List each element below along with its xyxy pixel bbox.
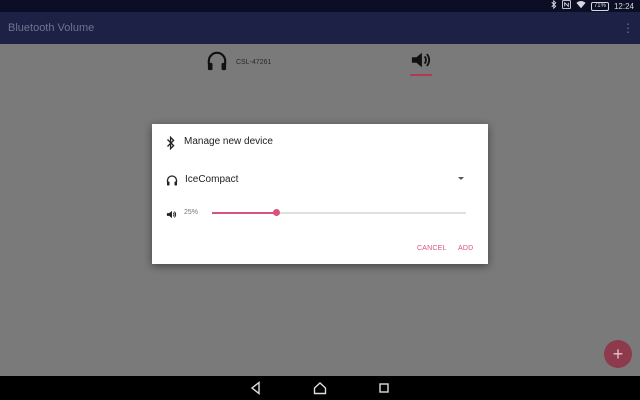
app-bar: Bluetooth Volume ⋮ xyxy=(0,12,640,44)
headphones-icon xyxy=(206,51,228,71)
manage-device-dialog: Manage new device IceCompact 25% CANCEL … xyxy=(152,124,488,264)
dropdown-arrow-icon[interactable] xyxy=(458,177,464,180)
slider-thumb[interactable] xyxy=(272,209,280,216)
volume-percent: 25% xyxy=(184,209,199,216)
wifi-icon xyxy=(576,0,586,12)
add-button[interactable]: ADD xyxy=(458,245,473,252)
overflow-menu-icon[interactable]: ⋮ xyxy=(622,20,634,36)
device-row[interactable]: CSL-47261 xyxy=(200,44,440,80)
nfc-icon xyxy=(561,0,571,12)
volume-icon[interactable] xyxy=(410,50,432,70)
device-name: CSL-47261 xyxy=(236,59,272,66)
cancel-button[interactable]: CANCEL xyxy=(417,245,447,252)
device-select[interactable]: IceCompact xyxy=(185,174,238,185)
volume-icon xyxy=(166,207,177,219)
add-device-fab[interactable]: + xyxy=(604,340,632,368)
headphones-icon xyxy=(166,173,178,186)
recents-icon[interactable] xyxy=(376,380,392,396)
bluetooth-icon xyxy=(166,135,176,151)
status-bar: 71% 12:24 xyxy=(0,0,640,12)
selected-indicator xyxy=(410,74,432,76)
volume-slider[interactable] xyxy=(212,206,466,219)
back-icon[interactable] xyxy=(248,380,264,396)
dialog-title: Manage new device xyxy=(184,136,273,147)
battery-indicator: 71% xyxy=(590,1,609,11)
slider-fill xyxy=(212,212,276,214)
navigation-bar xyxy=(0,376,640,400)
bluetooth-status-icon xyxy=(551,0,557,12)
home-icon[interactable] xyxy=(312,380,328,396)
clock: 12:24 xyxy=(613,1,634,11)
app-title: Bluetooth Volume xyxy=(8,22,95,34)
